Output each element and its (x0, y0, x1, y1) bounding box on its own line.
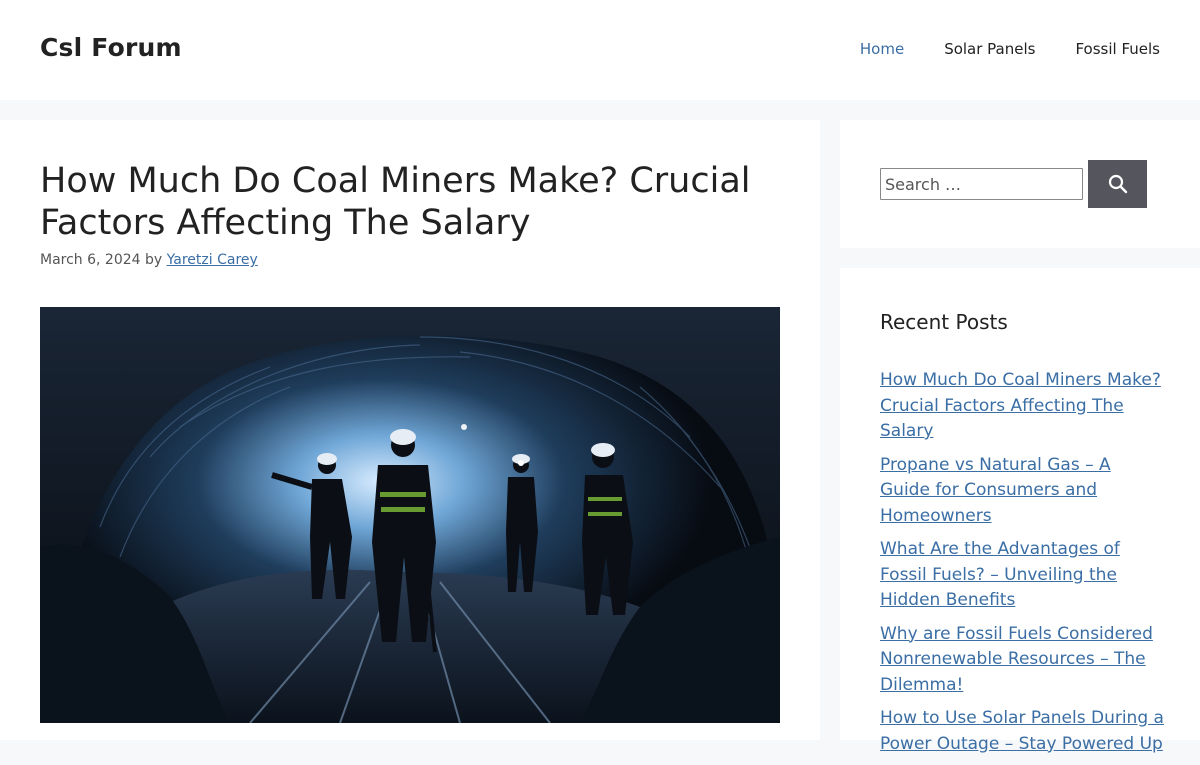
featured-image (40, 307, 780, 723)
site-title[interactable]: Csl Forum (40, 33, 182, 62)
nav-item-solar-panels[interactable]: Solar Panels (944, 38, 1035, 60)
search-widget (840, 120, 1200, 248)
recent-posts-title: Recent Posts (880, 310, 1008, 334)
post-author-link[interactable]: Yaretzi Carey (167, 252, 258, 268)
nav-item-fossil-fuels[interactable]: Fossil Fuels (1075, 38, 1160, 60)
recent-post-link[interactable]: What Are the Advantages of Fossil Fuels?… (880, 539, 1120, 610)
recent-post-link[interactable]: How to Use Solar Panels During a Power O… (880, 708, 1164, 754)
nav-item-home[interactable]: Home (860, 38, 904, 60)
site-header: Csl Forum Home Solar Panels Fossil Fuels (0, 0, 1200, 100)
recent-post-link[interactable]: Propane vs Natural Gas – A Guide for Con… (880, 455, 1111, 526)
recent-posts-widget: Recent Posts How Much Do Coal Miners Mak… (840, 268, 1200, 754)
list-item: How Much Do Coal Miners Make? Crucial Fa… (880, 368, 1165, 445)
coal-mine-tunnel-illustration (40, 307, 780, 723)
search-input[interactable] (880, 168, 1083, 200)
recent-post-link[interactable]: Why are Fossil Fuels Considered Nonrenew… (880, 624, 1153, 695)
search-button[interactable] (1088, 160, 1147, 208)
main-nav: Home Solar Panels Fossil Fuels (820, 38, 1160, 60)
list-item: Why are Fossil Fuels Considered Nonrenew… (880, 622, 1165, 699)
recent-post-link[interactable]: How Much Do Coal Miners Make? Crucial Fa… (880, 370, 1161, 441)
post-date: March 6, 2024 (40, 252, 141, 268)
recent-posts-list: How Much Do Coal Miners Make? Crucial Fa… (880, 368, 1165, 765)
article-container: How Much Do Coal Miners Make? Crucial Fa… (0, 120, 820, 740)
post-meta-by: by (145, 252, 163, 268)
post-title: How Much Do Coal Miners Make? Crucial Fa… (40, 161, 751, 243)
search-icon (1108, 174, 1127, 194)
list-item: How to Use Solar Panels During a Power O… (880, 706, 1165, 757)
list-item: What Are the Advantages of Fossil Fuels?… (880, 537, 1165, 614)
list-item: Propane vs Natural Gas – A Guide for Con… (880, 453, 1165, 530)
post-meta: March 6, 2024 by Yaretzi Carey (40, 252, 258, 268)
